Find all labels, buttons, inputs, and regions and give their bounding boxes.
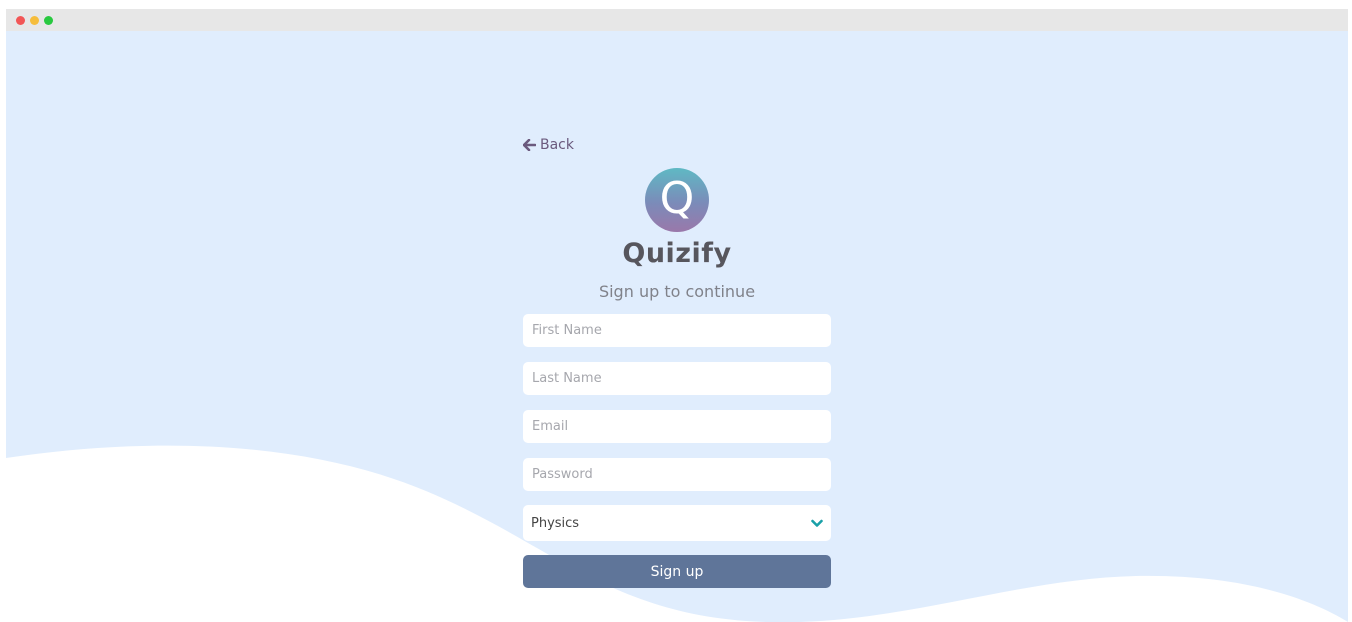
minimize-window-button[interactable]: [30, 16, 39, 25]
browser-window: Back Q Quizify Sign up to continue Physi…: [6, 9, 1348, 622]
subject-select[interactable]: Physics: [523, 505, 831, 541]
back-link[interactable]: Back: [523, 131, 574, 159]
last-name-input[interactable]: [523, 362, 831, 395]
chevron-down-icon: [811, 519, 823, 527]
window-titlebar: [6, 9, 1348, 31]
first-name-input[interactable]: [523, 314, 831, 347]
email-input[interactable]: [523, 410, 831, 443]
signup-card: Back Q Quizify Sign up to continue Physi…: [523, 131, 831, 588]
subject-selected-value: Physics: [531, 515, 580, 531]
back-label: Back: [540, 137, 574, 153]
page-content: Back Q Quizify Sign up to continue Physi…: [6, 31, 1348, 622]
close-window-button[interactable]: [16, 16, 25, 25]
password-input[interactable]: [523, 458, 831, 491]
quizify-logo: Q: [645, 168, 709, 232]
logo-letter: Q: [659, 173, 695, 224]
maximize-window-button[interactable]: [44, 16, 53, 25]
brand-name: Quizify: [622, 238, 732, 269]
arrow-left-icon: [523, 139, 536, 151]
form-heading: Sign up to continue: [598, 282, 756, 301]
sign-up-button[interactable]: Sign up: [523, 555, 831, 588]
